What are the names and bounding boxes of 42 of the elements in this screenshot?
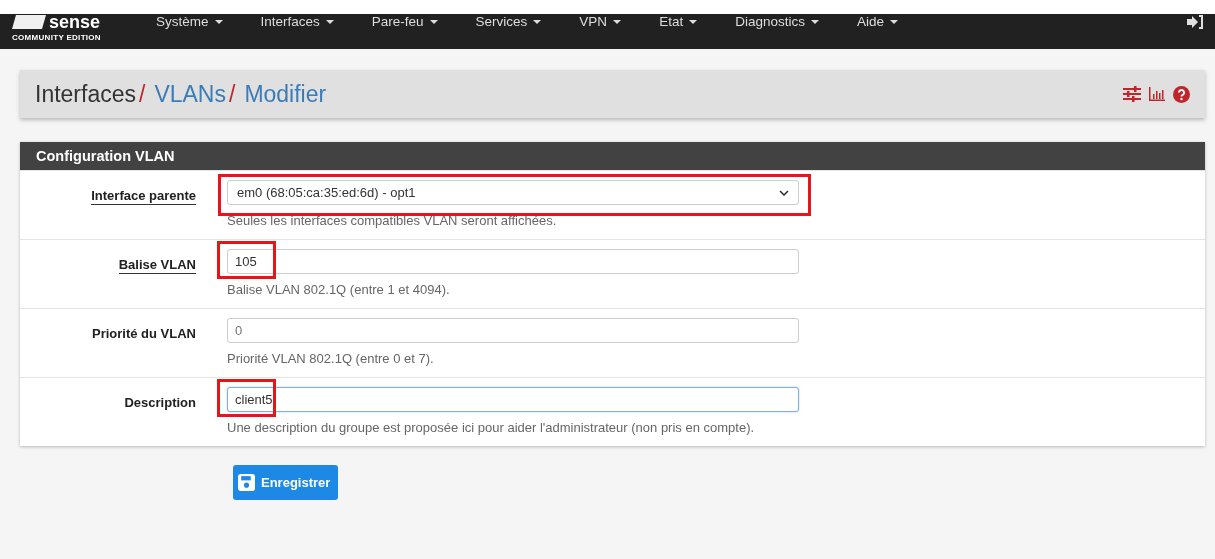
caret-icon xyxy=(889,19,898,24)
text-field[interactable]: client5 xyxy=(227,387,799,412)
save-button[interactable]: Enregistrer xyxy=(233,465,339,500)
caret-icon xyxy=(325,19,334,24)
field-label: Description xyxy=(124,394,196,410)
logout-icon[interactable] xyxy=(1187,15,1203,29)
help-text: Seules les interfaces compatibles VLAN seront affichées. xyxy=(227,212,558,230)
caret-icon xyxy=(214,19,223,24)
nav-menu[interactable]: Services xyxy=(475,14,542,29)
nav-menu[interactable]: Diagnostics xyxy=(735,14,819,29)
field-label: Balise VLAN xyxy=(118,249,196,274)
help-text: Une description du groupe est proposée ici pour aider l'administrateur (non pris en compte). xyxy=(227,419,756,437)
caret-icon xyxy=(613,19,622,24)
breadcrumb-separator: / xyxy=(139,80,146,108)
logo-mark-icon xyxy=(12,15,46,29)
nav-menu[interactable]: Etat xyxy=(659,14,698,29)
caret-icon xyxy=(689,19,698,24)
field-label: Priorité du VLAN xyxy=(92,325,196,341)
highlight-frame xyxy=(217,241,276,279)
nav-menu[interactable]: Aide xyxy=(856,14,898,29)
nav-menu[interactable]: Système xyxy=(156,14,223,29)
breadcrumb-separator: / xyxy=(229,80,236,108)
sliders-icon[interactable] xyxy=(1123,86,1141,102)
breadcrumb-text: Interfaces xyxy=(35,80,136,108)
field-label: Interface parente xyxy=(91,180,196,205)
chevron-down-icon xyxy=(779,189,789,196)
bar-chart-icon[interactable] xyxy=(1149,87,1165,101)
dropdown[interactable]: em0 (68:05:ca:35:ed:6d) - opt1 xyxy=(227,180,799,205)
caret-icon xyxy=(429,19,438,24)
text-field[interactable]: 105 xyxy=(227,249,799,274)
help-text: Balise VLAN 802.1Q (entre 1 et 4094). xyxy=(227,281,451,299)
help-text: Priorité VLAN 802.1Q (entre 0 et 7). xyxy=(227,350,435,368)
text-field[interactable]: 0 xyxy=(227,318,799,343)
nav-menu[interactable]: VPN xyxy=(579,14,622,29)
caret-icon xyxy=(533,19,542,24)
logo[interactable]: sense COMMUNITY EDITION xyxy=(12,14,140,42)
nav-menu[interactable]: Pare-feu xyxy=(371,14,438,29)
highlight-frame xyxy=(217,379,276,417)
panel-title: Configuration VLAN xyxy=(36,148,175,164)
caret-icon xyxy=(810,19,819,24)
nav-menu[interactable]: Interfaces xyxy=(260,14,334,29)
help-icon[interactable] xyxy=(1173,85,1190,103)
